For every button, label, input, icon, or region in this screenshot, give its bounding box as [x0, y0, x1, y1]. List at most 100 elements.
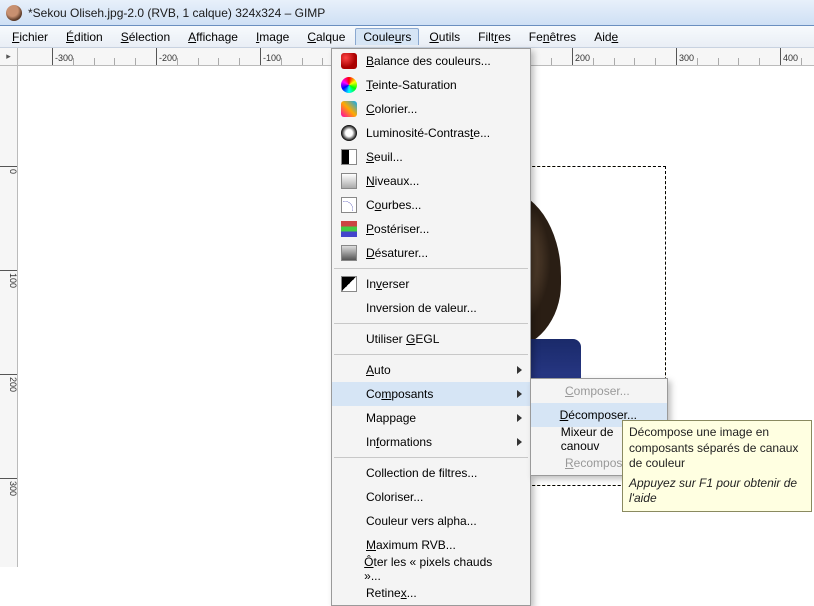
couleurs-item[interactable]: Balance des couleurs... [332, 49, 530, 73]
ruler-tick: -300 [52, 48, 73, 66]
menu-outils[interactable]: Outils [421, 28, 468, 46]
couleurs-item[interactable]: Luminosité-Contraste... [332, 121, 530, 145]
couleurs-item[interactable]: Seuil... [332, 145, 530, 169]
ic-lvl-icon [338, 172, 360, 190]
submenu-arrow-icon [517, 366, 522, 374]
blank-icon [338, 584, 360, 602]
ic-lc-icon [338, 124, 360, 142]
ruler-tick: 100 [0, 270, 18, 288]
submenu-arrow-icon [517, 414, 522, 422]
ruler-tick: 200 [572, 48, 590, 66]
blank-icon [338, 488, 360, 506]
ruler-tick: -200 [156, 48, 177, 66]
menu-fichier[interactable]: Fichier [4, 28, 56, 46]
menu-item-label: Luminosité-Contraste... [366, 126, 490, 140]
menu-item-label: Composer... [565, 384, 630, 398]
ic-thr-icon [338, 148, 360, 166]
menu-filtres[interactable]: Filtres [470, 28, 519, 46]
ruler-tick: 300 [676, 48, 694, 66]
couleurs-item[interactable]: Maximum RVB... [332, 533, 530, 557]
couleurs-item[interactable]: Coloriser... [332, 485, 530, 509]
menu-item-label: Collection de filtres... [366, 466, 477, 480]
menu-item-label: Retinex... [366, 586, 417, 600]
titlebar: *Sekou Oliseh.jpg-2.0 (RVB, 1 calque) 32… [0, 0, 814, 26]
blank-icon [338, 385, 360, 403]
menu-item-label: Balance des couleurs... [366, 54, 491, 68]
couleurs-item[interactable]: Mappage [332, 406, 530, 430]
menu-aide[interactable]: Aide [586, 28, 626, 46]
menu-item-label: Recompose [565, 456, 629, 470]
menu-item-label: Informations [366, 435, 432, 449]
menu-item-label: Inversion de valeur... [366, 301, 477, 315]
app-icon [6, 5, 22, 21]
blank-icon [338, 536, 360, 554]
couleurs-item[interactable]: Courbes... [332, 193, 530, 217]
couleurs-item[interactable]: Teinte-Saturation [332, 73, 530, 97]
menu-édition[interactable]: Édition [58, 28, 111, 46]
ruler-origin[interactable]: ▸ [0, 48, 18, 66]
couleurs-item[interactable]: Informations [332, 430, 530, 454]
menu-separator [334, 354, 528, 355]
menubar: FichierÉditionSélectionAffichageImageCal… [0, 26, 814, 48]
menu-item-label: Couleur vers alpha... [366, 514, 477, 528]
ic-inv-icon [338, 275, 360, 293]
menu-item-label: Mappage [366, 411, 416, 425]
menu-item-label: Colorier... [366, 102, 417, 116]
menu-item-label: Niveaux... [366, 174, 419, 188]
ruler-tick: 400 [780, 48, 798, 66]
ruler-tick: 200 [0, 374, 18, 392]
menu-item-label: Coloriser... [366, 490, 423, 504]
menu-item-label: Seuil... [366, 150, 403, 164]
couleurs-item[interactable]: Retinex... [332, 581, 530, 605]
menu-calque[interactable]: Calque [299, 28, 353, 46]
menu-item-label: Auto [366, 363, 391, 377]
couleurs-item[interactable]: Niveaux... [332, 169, 530, 193]
ic-hs-icon [338, 76, 360, 94]
menu-item-label: Composants [366, 387, 433, 401]
menu-affichage[interactable]: Affichage [180, 28, 246, 46]
menu-fenêtres[interactable]: Fenêtres [521, 28, 584, 46]
composants-item: Composer... [531, 379, 667, 403]
tooltip: Décompose une image en composants séparé… [622, 420, 812, 512]
blank-icon [338, 464, 360, 482]
couleurs-item[interactable]: Collection de filtres... [332, 461, 530, 485]
menu-item-label: Maximum RVB... [366, 538, 456, 552]
blank-icon [537, 382, 559, 400]
couleurs-item[interactable]: Couleur vers alpha... [332, 509, 530, 533]
blank-icon [537, 406, 554, 424]
menu-image[interactable]: Image [248, 28, 297, 46]
ic-curv-icon [338, 196, 360, 214]
blank-icon [338, 409, 360, 427]
blank-icon [338, 299, 360, 317]
ic-balance-icon [338, 52, 360, 70]
ruler-tick: 300 [0, 478, 18, 496]
blank-icon [338, 361, 360, 379]
ruler-vertical[interactable]: 0100200300 [0, 66, 18, 567]
menu-item-label: Postériser... [366, 222, 429, 236]
blank-icon [338, 433, 360, 451]
couleurs-item[interactable]: Inverser [332, 272, 530, 296]
couleurs-item[interactable]: Colorier... [332, 97, 530, 121]
menu-item-label: Courbes... [366, 198, 421, 212]
couleurs-item[interactable]: Postériser... [332, 217, 530, 241]
blank-icon [338, 512, 360, 530]
couleurs-item[interactable]: Désaturer... [332, 241, 530, 265]
blank-icon [537, 454, 559, 472]
couleurs-item[interactable]: Utiliser GEGL [332, 327, 530, 351]
couleurs-item[interactable]: Inversion de valeur... [332, 296, 530, 320]
menu-item-label: Désaturer... [366, 246, 428, 260]
blank-icon [338, 330, 360, 348]
menu-couleurs-dropdown: Balance des couleurs... Teinte-Saturation… [331, 48, 531, 606]
tooltip-hint: Appuyez sur F1 pour obtenir de l'aide [629, 476, 805, 507]
menu-separator [334, 457, 528, 458]
menu-item-label: Inverser [366, 277, 409, 291]
couleurs-item[interactable]: Composants [332, 382, 530, 406]
ic-post-icon [338, 220, 360, 238]
submenu-arrow-icon [517, 438, 522, 446]
couleurs-item[interactable]: Auto [332, 358, 530, 382]
ruler-tick: -100 [260, 48, 281, 66]
menu-couleurs[interactable]: Couleurs [355, 28, 419, 45]
couleurs-item[interactable]: Ôter les « pixels chauds »... [332, 557, 530, 581]
menu-sélection[interactable]: Sélection [113, 28, 178, 46]
blank-icon [537, 430, 555, 448]
